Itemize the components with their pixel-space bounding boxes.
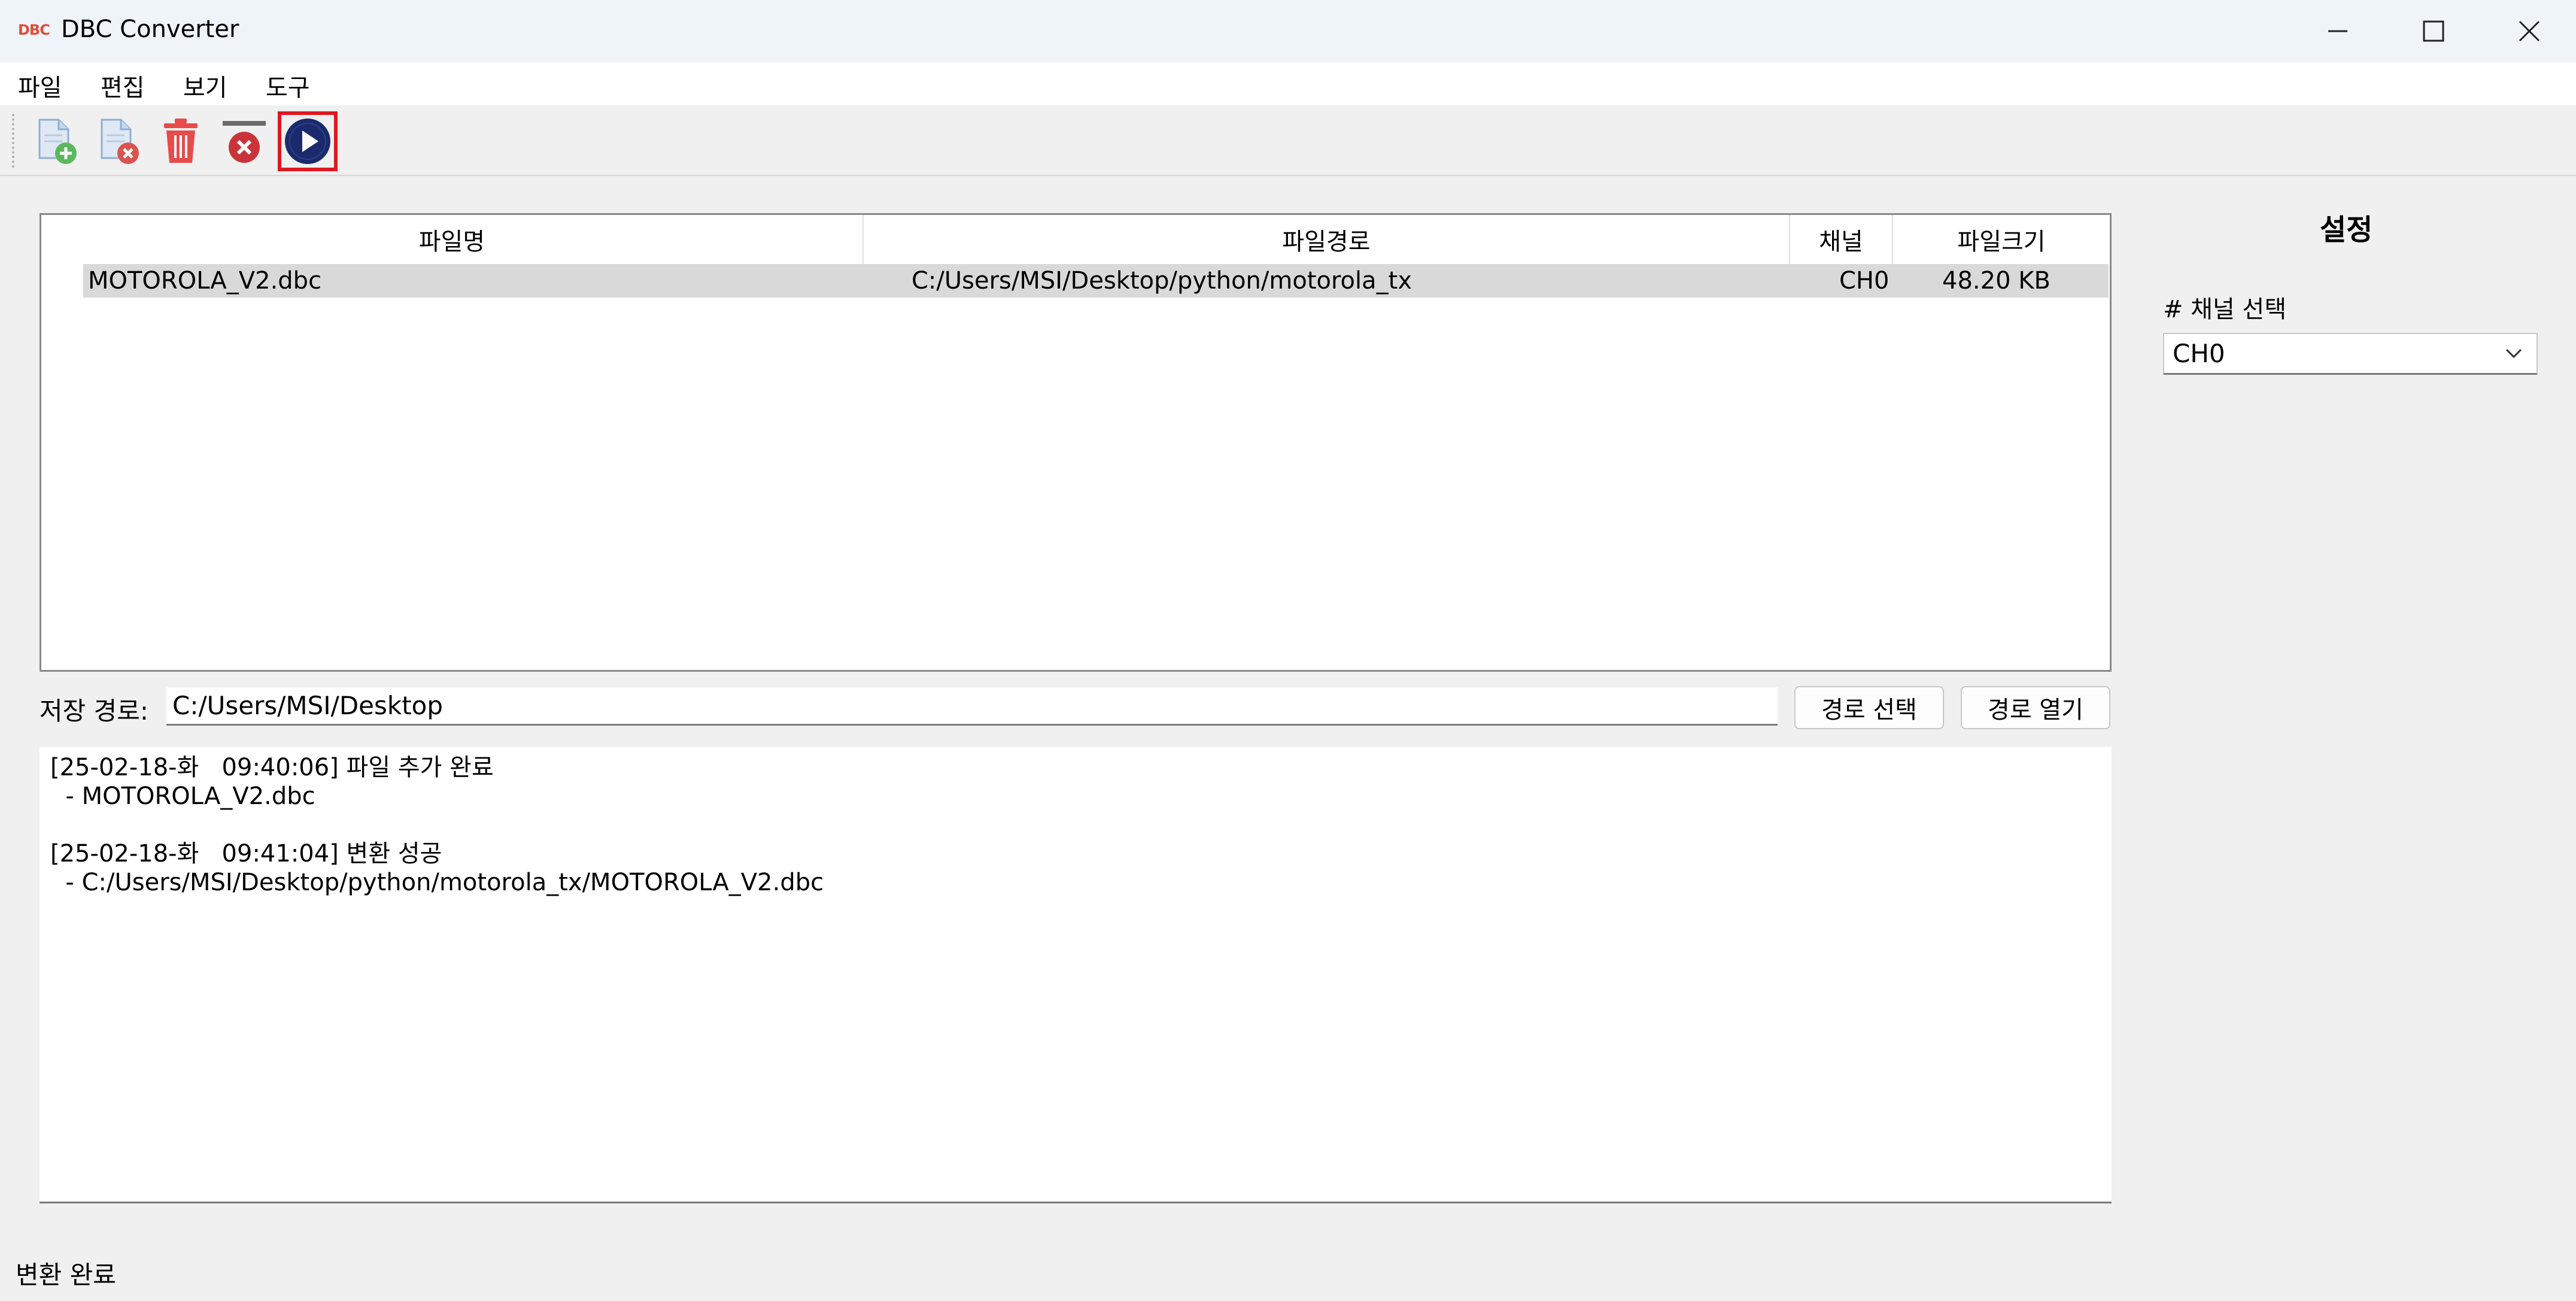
channel-select-value: CH0 — [2173, 339, 2225, 368]
clear-all-icon — [223, 121, 266, 163]
trash-icon — [164, 119, 198, 163]
clear-all-button[interactable] — [214, 111, 274, 171]
delete-button[interactable] — [151, 111, 211, 171]
remove-file-button[interactable] — [89, 111, 148, 171]
cell-channel: CH0 — [1839, 267, 1890, 295]
log-line: [25-02-18-화 09:41:04] 변환 성공 — [50, 840, 442, 868]
cell-filesize: 48.20 KB — [1942, 267, 2051, 295]
play-icon — [285, 119, 330, 164]
close-icon — [2519, 20, 2540, 42]
column-header-filesize[interactable]: 파일크기 — [1893, 215, 2110, 264]
minimize-button[interactable] — [2290, 0, 2386, 62]
remove-file-icon — [101, 119, 139, 164]
log-panel[interactable]: [25-02-18-화 09:40:06] 파일 추가 완료 - MOTOROL… — [40, 747, 2112, 1203]
title-bar: DBC DBC Converter — [0, 0, 2576, 62]
close-button[interactable] — [2481, 0, 2576, 62]
menu-file[interactable]: 파일 — [18, 68, 62, 103]
column-header-channel[interactable]: 채널 — [1790, 215, 1893, 264]
channel-select-label: # 채널 선택 — [2163, 296, 2287, 323]
open-path-button[interactable]: 경로 열기 — [1961, 686, 2110, 729]
maximize-icon — [2423, 20, 2444, 42]
convert-button[interactable] — [278, 111, 338, 171]
minimize-icon — [2328, 30, 2347, 32]
file-table[interactable]: 파일명 파일경로 채널 파일크기 MOTOROLA_V2.dbc C:/User… — [40, 213, 2112, 672]
select-path-button[interactable]: 경로 선택 — [1794, 686, 1944, 729]
log-line: [25-02-18-화 09:40:06] 파일 추가 완료 — [50, 754, 494, 781]
toolbar — [0, 105, 2576, 176]
table-row[interactable]: MOTOROLA_V2.dbc C:/Users/MSI/Desktop/pyt… — [83, 264, 2109, 298]
menu-tools[interactable]: 도구 — [266, 68, 310, 103]
menu-view[interactable]: 보기 — [183, 68, 227, 103]
settings-title: 설정 — [2320, 213, 2373, 247]
save-path-input[interactable] — [166, 687, 1778, 726]
app-window: DBC DBC Converter 파일 편집 보기 도구 파일명 파일경로 채… — [0, 0, 2576, 1301]
toolbar-grip[interactable] — [12, 114, 17, 168]
menu-edit[interactable]: 편집 — [101, 68, 145, 103]
add-file-icon — [38, 119, 77, 164]
cell-filename: MOTOROLA_V2.dbc — [88, 267, 322, 295]
save-path-label: 저장 경로: — [40, 696, 149, 726]
app-logo: DBC — [18, 22, 50, 38]
cell-filepath: C:/Users/MSI/Desktop/python/motorola_tx — [912, 267, 1412, 295]
chevron-down-icon — [2505, 348, 2522, 359]
column-header-filename[interactable]: 파일명 — [41, 215, 864, 264]
maximize-button[interactable] — [2386, 0, 2481, 62]
status-text: 변환 완료 — [16, 1260, 116, 1290]
add-file-button[interactable] — [26, 111, 86, 171]
menu-bar: 파일 편집 보기 도구 — [0, 62, 2576, 105]
log-line: - MOTOROLA_V2.dbc — [50, 783, 315, 810]
window-title: DBC Converter — [61, 16, 239, 43]
column-header-filepath[interactable]: 파일경로 — [864, 215, 1790, 264]
log-line: - C:/Users/MSI/Desktop/python/motorola_t… — [50, 869, 824, 896]
channel-select[interactable]: CH0 — [2163, 333, 2538, 375]
